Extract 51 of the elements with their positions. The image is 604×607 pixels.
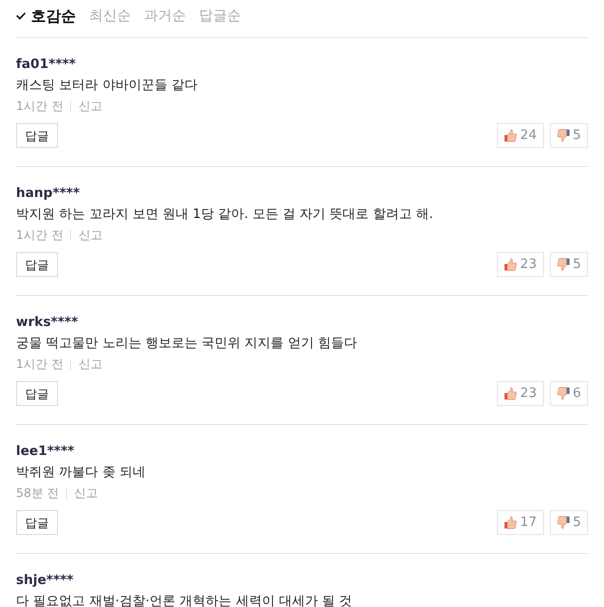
thumbs-down-icon <box>556 516 570 529</box>
dislike-button[interactable]: 5 <box>550 510 588 535</box>
check-icon <box>16 12 26 20</box>
dislike-count: 5 <box>572 256 581 274</box>
reply-button[interactable]: 답글 <box>16 252 58 277</box>
like-count: 17 <box>520 514 537 532</box>
report-link[interactable]: 신고 <box>74 483 98 503</box>
thumbs-down-icon <box>556 258 570 271</box>
thumbs-up-icon <box>504 516 518 529</box>
dislike-count: 5 <box>572 514 581 532</box>
username: lee1**** <box>16 444 76 460</box>
comment-text: 박지원 하는 꼬라지 보면 원내 1당 같아. 모든 걸 자기 뜻대로 할려고 해. <box>16 206 434 224</box>
comment-time: 1시간 전 <box>16 227 64 244</box>
sort-tab[interactable]: 최신순 <box>89 7 131 25</box>
comment-text: 캐스팅 보터라 야바이꾼들 같다 <box>16 77 198 95</box>
report-link[interactable]: 신고 <box>78 96 102 116</box>
dislike-count: 5 <box>572 126 581 145</box>
dislike-count: 6 <box>572 384 581 403</box>
sort-tab[interactable]: 답글순 <box>199 7 241 25</box>
comment-time: 1시간 전 <box>16 98 64 115</box>
thumbs-down-icon <box>556 387 570 400</box>
username: fa01**** <box>16 57 77 73</box>
dislike-button[interactable]: 6 <box>550 381 588 406</box>
username: hanp**** <box>16 186 81 202</box>
reply-button[interactable]: 답글 <box>16 123 58 148</box>
thumbs-down-icon <box>556 129 570 142</box>
like-button[interactable]: 24 <box>497 123 544 148</box>
dislike-button[interactable]: 5 <box>550 123 588 148</box>
like-count: 24 <box>520 126 537 145</box>
reply-button[interactable]: 답글 <box>16 381 58 406</box>
comment-text: 궁물 떡고물만 노리는 행보로는 국민위 지지를 얻기 힘들다 <box>16 335 358 353</box>
comment-time: 58분 전 <box>16 485 60 502</box>
thumbs-up-icon <box>504 258 518 271</box>
like-count: 23 <box>520 384 537 403</box>
report-link[interactable]: 신고 <box>78 354 102 374</box>
thumbs-up-icon <box>504 129 518 142</box>
like-count: 23 <box>520 256 537 274</box>
comment-text: 다 필요없고 재벌·검찰·언론 개혁하는 세력이 대세가 될 것 <box>16 593 354 607</box>
sort-tab[interactable]: 과거순 <box>144 7 186 25</box>
report-link[interactable]: 신고 <box>78 225 102 245</box>
dislike-button[interactable]: 5 <box>550 252 588 277</box>
like-button[interactable]: 23 <box>497 381 544 406</box>
reply-button[interactable]: 답글 <box>16 510 58 535</box>
thumbs-up-icon <box>504 387 518 400</box>
like-button[interactable]: 23 <box>497 252 544 277</box>
username: shje**** <box>16 573 74 589</box>
like-button[interactable]: 17 <box>497 510 544 535</box>
username: wrks**** <box>16 315 79 331</box>
sort-tab[interactable]: 호감순 <box>16 7 76 25</box>
comment-time: 1시간 전 <box>16 356 64 373</box>
comment-text: 박쥐원 까불다 좆 되네 <box>16 464 146 482</box>
